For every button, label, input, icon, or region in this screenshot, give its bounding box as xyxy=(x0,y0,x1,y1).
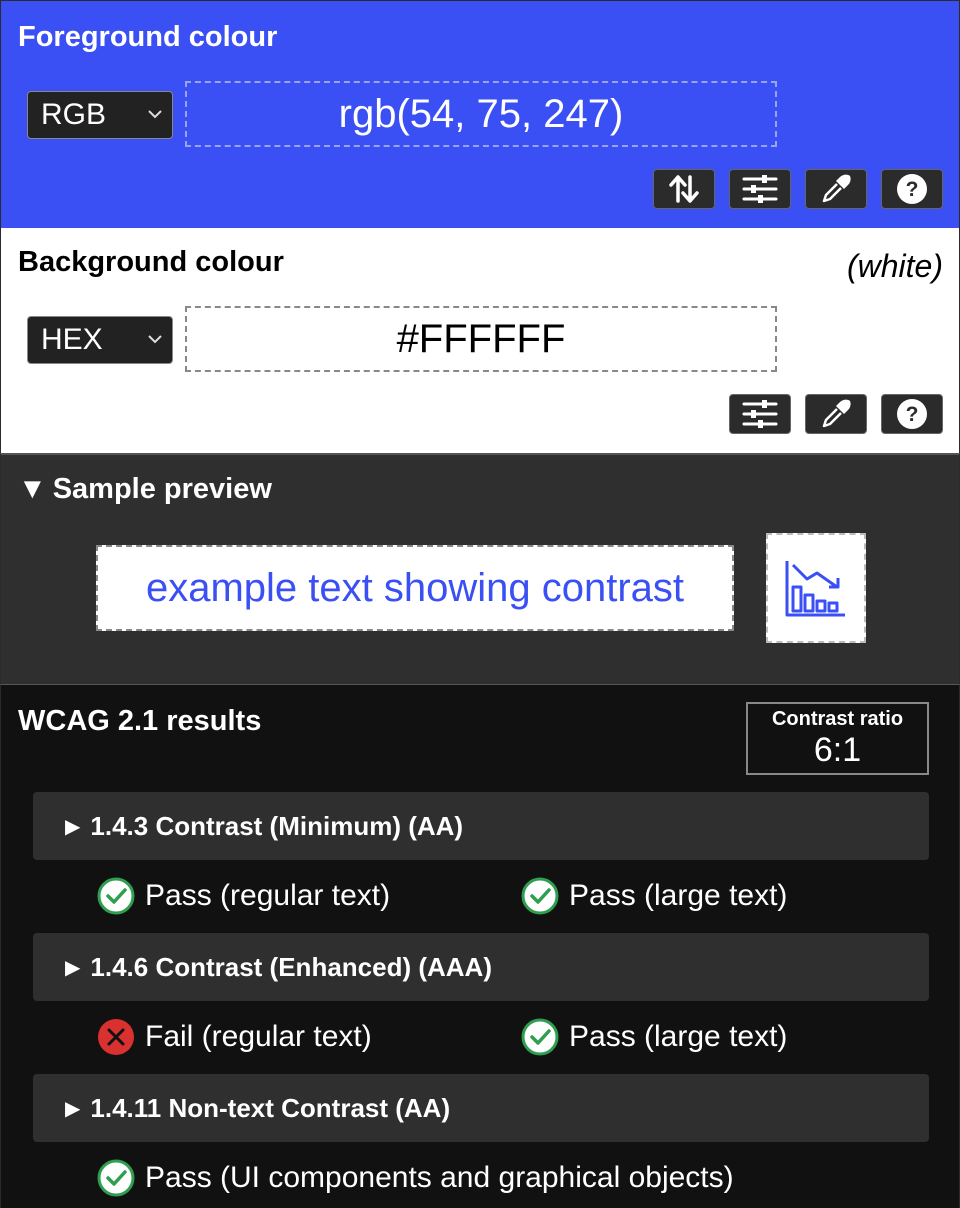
foreground-format-value: RGB xyxy=(41,98,107,131)
background-format-value: HEX xyxy=(41,323,103,356)
foreground-eyedropper-button[interactable] xyxy=(805,169,867,209)
result-text: Fail (regular text) xyxy=(145,1020,372,1053)
cross-icon xyxy=(98,1019,134,1055)
svg-text:?: ? xyxy=(906,178,919,201)
foreground-help-button[interactable]: ? xyxy=(881,169,943,209)
sample-preview-panel: ▼ Sample preview example text showing con… xyxy=(0,453,960,684)
sample-preview-title: Sample preview xyxy=(52,473,272,505)
criterion-1-4-3[interactable]: ▶ 1.4.3 Contrast (Minimum) (AA) xyxy=(33,792,929,860)
svg-text:?: ? xyxy=(906,403,919,426)
check-icon xyxy=(521,1018,559,1056)
foreground-value-input[interactable]: rgb(54, 75, 247) xyxy=(185,81,777,147)
foreground-sliders-button[interactable] xyxy=(729,169,791,209)
foreground-format-select[interactable]: RGB xyxy=(27,91,173,139)
chevron-down-icon xyxy=(148,317,162,344)
criterion-1-4-6[interactable]: ▶ 1.4.6 Contrast (Enhanced) (AAA) xyxy=(33,933,929,1001)
sliders-icon xyxy=(742,175,778,203)
contrast-ratio-label: Contrast ratio xyxy=(771,708,904,730)
sliders-icon xyxy=(742,400,778,428)
eyedropper-icon xyxy=(822,174,851,203)
result-item: Fail (regular text) xyxy=(97,1018,372,1056)
help-icon: ? xyxy=(897,399,927,429)
result-item: Pass (UI components and graphical object… xyxy=(97,1159,734,1197)
background-help-button[interactable]: ? xyxy=(881,394,943,434)
foreground-tools: ? xyxy=(653,169,943,209)
check-icon xyxy=(97,877,135,915)
result-item: Pass (large text) xyxy=(521,1018,787,1056)
background-eyedropper-button[interactable] xyxy=(805,394,867,434)
contrast-ratio-value: 6:1 xyxy=(813,731,862,769)
criterion-label: 1.4.3 Contrast (Minimum) (AA) xyxy=(90,811,464,841)
result-text: Pass (regular text) xyxy=(145,879,391,912)
result-item: Pass (large text) xyxy=(521,877,787,915)
chevron-down-icon xyxy=(148,92,162,119)
sample-text: example text showing contrast xyxy=(96,545,734,631)
result-text: Pass (large text) xyxy=(569,1020,788,1053)
background-value-input[interactable]: #FFFFFF xyxy=(185,306,777,372)
criterion-1-4-11[interactable]: ▶ 1.4.11 Non-text Contrast (AA) xyxy=(33,1074,929,1142)
check-icon xyxy=(521,877,559,915)
swap-colours-button[interactable] xyxy=(653,169,715,209)
result-text: Pass (large text) xyxy=(569,879,788,912)
foreground-panel: Foreground colour RGB rgb(54, 75, 247) ? xyxy=(0,0,960,228)
result-item: Pass (regular text) xyxy=(97,877,390,915)
triangle-down-icon: ▼ xyxy=(18,473,47,505)
sample-preview-toggle[interactable]: ▼ Sample preview xyxy=(18,473,272,506)
background-panel: Background colour (white) HEX #FFFFFF ? xyxy=(0,228,960,453)
sample-graphic xyxy=(766,533,866,643)
triangle-right-icon: ▶ xyxy=(65,816,81,838)
criterion-label: 1.4.11 Non-text Contrast (AA) xyxy=(90,1093,451,1123)
chart-decline-icon xyxy=(785,561,845,617)
wcag-results-panel: WCAG 2.1 results Contrast ratio 6:1 ▶ 1.4… xyxy=(0,684,960,1208)
triangle-right-icon: ▶ xyxy=(65,957,81,979)
background-format-select[interactable]: HEX xyxy=(27,316,173,364)
criterion-label: 1.4.6 Contrast (Enhanced) (AAA) xyxy=(90,952,492,982)
background-colour-name: (white) xyxy=(846,248,943,284)
results-title: WCAG 2.1 results xyxy=(18,705,262,737)
eyedropper-icon xyxy=(822,399,851,428)
triangle-right-icon: ▶ xyxy=(65,1098,81,1120)
background-tools: ? xyxy=(729,394,943,434)
contrast-ratio-box: Contrast ratio 6:1 xyxy=(746,702,929,775)
foreground-title: Foreground colour xyxy=(18,21,278,53)
background-title: Background colour xyxy=(18,246,284,278)
help-icon: ? xyxy=(897,174,927,204)
check-icon xyxy=(97,1159,135,1197)
swap-icon xyxy=(669,175,699,203)
result-text: Pass (UI components and graphical object… xyxy=(145,1161,734,1194)
background-sliders-button[interactable] xyxy=(729,394,791,434)
